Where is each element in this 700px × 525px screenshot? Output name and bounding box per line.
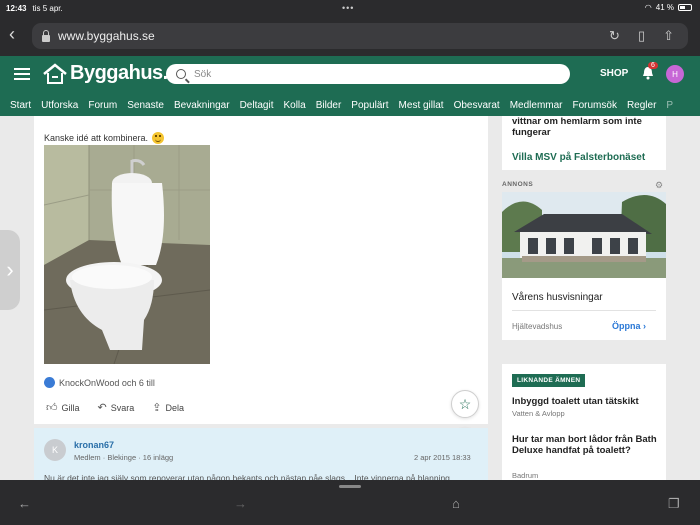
ad-open-label: Öppna	[612, 321, 641, 331]
nav-item[interactable]: Kolla	[283, 100, 305, 111]
sidebar-card-top: vittnar om hemlarm som inte fungerar Vil…	[502, 116, 666, 170]
like-button[interactable]: 👍︎ Gilla	[46, 401, 80, 414]
address-bar-actions: ↻ ▯ ⇧	[609, 28, 674, 44]
post-image[interactable]	[44, 145, 210, 364]
related-item-title[interactable]: Hur tar man bort lådor från Bath Deluxe …	[512, 434, 662, 456]
multitask-dots[interactable]: •••	[342, 3, 354, 13]
share-icon[interactable]: ⇧	[663, 28, 674, 44]
status-date: tis 5 apr.	[32, 3, 63, 13]
site-header: Byggahus.se Sök SHOP 6 H	[0, 56, 700, 94]
ad-open-button[interactable]: Öppna ›	[612, 321, 646, 331]
back-arrow-icon[interactable]: ←	[18, 496, 31, 511]
house-photo	[502, 192, 666, 278]
sidebar-pull-tab[interactable]: ›	[0, 230, 20, 310]
grabber-handle[interactable]	[339, 485, 361, 488]
reactions-summary[interactable]: KnockOnWood och 6 till	[44, 377, 155, 388]
search-icon	[176, 69, 186, 79]
battery-percent: 41 %	[655, 3, 674, 12]
home-icon[interactable]: ⌂	[452, 496, 460, 511]
nav-item[interactable]: Obesvarat	[454, 100, 500, 111]
nav-item[interactable]: Medlemmar	[510, 100, 563, 111]
related-item-title[interactable]: Inbyggd toalett utan tätskikt	[512, 396, 662, 407]
reply-meta: Medlem · Blekinge · 16 inlägg	[74, 453, 174, 462]
nav-item[interactable]: P	[666, 100, 673, 111]
status-right: ◠ 41 %	[645, 3, 692, 12]
ad-label: ANNONS	[502, 181, 534, 188]
nav-item[interactable]: Senaste	[127, 100, 164, 111]
nav-item[interactable]: Forumsök	[573, 100, 617, 111]
nav-item[interactable]: Deltagit	[240, 100, 274, 111]
ad-title: Vårens husvisningar	[512, 292, 603, 303]
related-item-category[interactable]: Badrum	[512, 471, 538, 480]
address-bar[interactable]: www.byggahus.se ↻ ▯ ⇧	[32, 23, 688, 49]
likes-text: KnockOnWood och 6 till	[59, 377, 155, 388]
forward-arrow-icon[interactable]: →	[234, 496, 247, 511]
related-topics: LIKNANDE ÄMNEN Inbyggd toalett utan täts…	[502, 364, 666, 489]
share-label: Dela	[165, 402, 184, 413]
sidebar-link-villa[interactable]: Villa MSV på Falsterbonäset	[512, 152, 645, 163]
browser-bottom-toolbar: ← → ⌂ ❐	[0, 480, 700, 525]
shop-link[interactable]: SHOP	[600, 68, 628, 79]
share-button[interactable]: ⇪ Dela	[152, 401, 184, 414]
bookmark-icon[interactable]: ▯	[638, 28, 645, 44]
nav-item[interactable]: Regler	[627, 100, 656, 111]
bookmark-star-button[interactable]: ☆	[451, 390, 479, 418]
gear-icon[interactable]: ⚙	[655, 180, 663, 191]
status-time: 12:43	[6, 3, 27, 13]
chevron-right-icon: ›	[6, 257, 14, 282]
toilet-sink-photo	[44, 145, 210, 364]
nav-item[interactable]: Bilder	[316, 100, 342, 111]
like-label: Gilla	[61, 402, 80, 413]
search-input[interactable]: Sök	[166, 64, 570, 84]
reply-author[interactable]: kronan67	[74, 440, 114, 450]
search-placeholder: Sök	[194, 68, 212, 80]
ad-image	[502, 192, 666, 278]
reply-button[interactable]: ↶ Svara	[98, 401, 135, 414]
forum-nav: Start Utforska Forum Senaste Bevakningar Delt…	[0, 94, 700, 116]
chevron-right-icon: ›	[643, 321, 647, 331]
user-avatar[interactable]: H	[666, 65, 684, 83]
related-heading: LIKNANDE ÄMNEN	[512, 374, 586, 387]
post-actions: 👍︎ Gilla ↶ Svara ⇪ Dela	[46, 401, 184, 414]
like-icon: 👍︎	[46, 402, 58, 414]
nav-item[interactable]: Populärt	[351, 100, 388, 111]
reply-label: Svara	[110, 402, 135, 413]
status-bar: 12:43 tis 5 apr. ••• ◠ 41 %	[0, 0, 700, 16]
share-icon: ⇪	[152, 402, 162, 414]
ad-brand: Hjältevadshus	[512, 322, 563, 331]
nav-item[interactable]: Start	[10, 100, 31, 111]
nav-item[interactable]: Bevakningar	[174, 100, 230, 111]
post-text: Kanske idé att kombinera.	[44, 133, 149, 143]
nav-item[interactable]: Forum	[88, 100, 117, 111]
reply-date[interactable]: 2 apr 2015 18:33	[414, 453, 471, 462]
lock-icon	[42, 29, 50, 42]
post-card: Kanske idé att kombinera. KnockOnWood oc…	[34, 116, 488, 424]
related-item-category[interactable]: Vatten & Avlopp	[512, 409, 565, 418]
notification-badge: 6	[648, 62, 658, 69]
reply-icon: ↶	[97, 402, 107, 414]
nav-item[interactable]: Utforska	[41, 100, 78, 111]
thumbs-up-icon	[44, 377, 55, 388]
smiley-icon	[152, 132, 165, 144]
house-logo-icon	[43, 62, 67, 84]
battery-icon	[678, 4, 692, 11]
ad-card[interactable]: Vårens husvisningar Hjältevadshus Öppna …	[502, 192, 666, 340]
wifi-icon: ◠	[644, 3, 652, 12]
post-body: Kanske idé att kombinera.	[44, 132, 165, 144]
tabs-icon[interactable]: ❐	[668, 496, 680, 512]
menu-icon[interactable]	[14, 68, 30, 80]
nav-item[interactable]: Mest gillat	[399, 100, 444, 111]
ad-divider	[512, 310, 656, 311]
reload-icon[interactable]: ↻	[609, 28, 620, 44]
browser-toolbar: ‹ www.byggahus.se ↻ ▯ ⇧	[0, 16, 700, 56]
url-text: www.byggahus.se	[58, 29, 155, 43]
reply-avatar[interactable]: K	[44, 439, 66, 461]
browser-back-icon[interactable]: ‹	[9, 24, 15, 45]
star-icon: ☆	[458, 395, 472, 412]
sidebar-link-hemlarm[interactable]: vittnar om hemlarm som inte fungerar	[512, 116, 662, 138]
reply-post: K kronan67 Medlem · Blekinge · 16 inlägg…	[34, 428, 488, 488]
